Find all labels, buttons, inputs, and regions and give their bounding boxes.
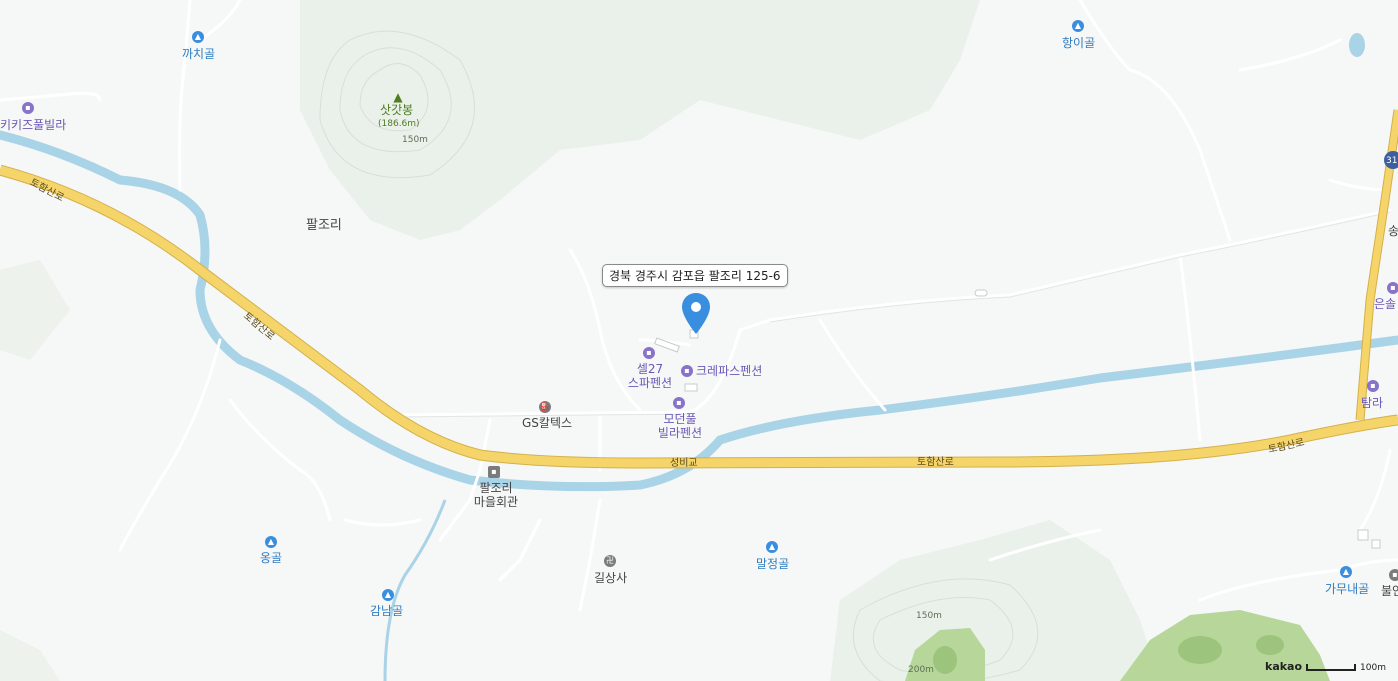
village-icon: ▲ [766, 541, 778, 553]
poi-crepas[interactable]: 크레파스펜션 [696, 364, 762, 378]
village-icon: ▲ [1340, 566, 1352, 578]
bridge-label: 성비교 [670, 458, 698, 469]
stream-south [383, 499, 447, 681]
village-icon: ▲ [382, 589, 394, 601]
village-icon: ▲ [192, 31, 204, 43]
contour-label: 200m [908, 665, 934, 675]
poi-hall-type[interactable]: 마을회관 [466, 495, 526, 509]
village-gamunae[interactable]: 가무내골 [1325, 582, 1369, 596]
pension-icon: ▪ [1387, 282, 1398, 294]
contour-label: 150m [916, 611, 942, 621]
address-callout[interactable]: 경북 경주시 감포읍 팔조리 125-6 [602, 264, 788, 287]
location-pin-icon[interactable] [680, 292, 712, 336]
contour-label: 150m [402, 135, 428, 145]
poi-hall-name[interactable]: 팔조리 [466, 481, 526, 495]
peak-elevation: (186.6m) [378, 119, 420, 129]
forest-area-south [830, 520, 1160, 681]
poi-sel27-name[interactable]: 셀27 [622, 362, 678, 376]
map-base-layer [0, 0, 1398, 681]
poi-modern-name[interactable]: 모던풀 [650, 412, 710, 426]
building-icon: ▪ [488, 466, 500, 478]
kakao-logo: kakao [1265, 660, 1303, 673]
poi-eunsol[interactable]: 은솔 [1374, 297, 1396, 311]
poi-gs[interactable]: GS칼텍스 [522, 416, 572, 430]
scale-bar-line [1306, 663, 1357, 671]
temple-icon: 卍 [604, 555, 616, 567]
poi-song[interactable]: 송 [1388, 224, 1398, 238]
village-gamnam[interactable]: 감남골 [370, 604, 403, 618]
forest-area-lowleft [0, 630, 60, 681]
village-maljeong[interactable]: 말정골 [756, 557, 789, 571]
village-hangi[interactable]: 항이골 [1062, 36, 1095, 50]
scale-label: 100m [1360, 663, 1386, 673]
peak-name[interactable]: 삿갓봉 [380, 103, 413, 117]
pond [1349, 33, 1365, 57]
map-canvas[interactable]: 팔조리 ▲ 삿갓봉 (186.6m) 150m 150m 200m 토함산로 토… [0, 0, 1398, 681]
forest-area-left [0, 260, 70, 360]
poi-modern-type[interactable]: 빌라펜션 [650, 426, 710, 440]
buildings [654, 289, 1381, 549]
temple-icon: ▪ [1389, 569, 1398, 581]
pension-icon: ▪ [22, 102, 34, 114]
poi-kiki[interactable]: 키키즈풀빌라 [0, 118, 66, 132]
village-icon: ▲ [1072, 20, 1084, 32]
gas-station-icon: ⛽ [539, 401, 551, 413]
poi-sel27-type[interactable]: 스파펜션 [622, 376, 678, 390]
village-icon: ▲ [265, 536, 277, 548]
area-label-paljori: 팔조리 [306, 218, 342, 233]
pension-icon: ▪ [681, 365, 693, 377]
poi-bulin[interactable]: 불인 [1381, 584, 1398, 598]
village-kkachi[interactable]: 까치골 [182, 47, 215, 61]
pension-icon: ▪ [1367, 380, 1379, 392]
pension-icon: ▪ [643, 347, 655, 359]
peak-marker-icon: ▲ [393, 90, 403, 104]
road-label: 토함산로 [917, 457, 954, 468]
village-ong[interactable]: 옹골 [260, 551, 282, 565]
poi-tamra[interactable]: 탐라 [1361, 396, 1383, 410]
poi-temple[interactable]: 길상사 [594, 571, 627, 585]
scale-bar: kakao 100m [1265, 660, 1386, 673]
pension-icon: ▪ [673, 397, 685, 409]
route-shield-label: 31 [1386, 156, 1398, 166]
